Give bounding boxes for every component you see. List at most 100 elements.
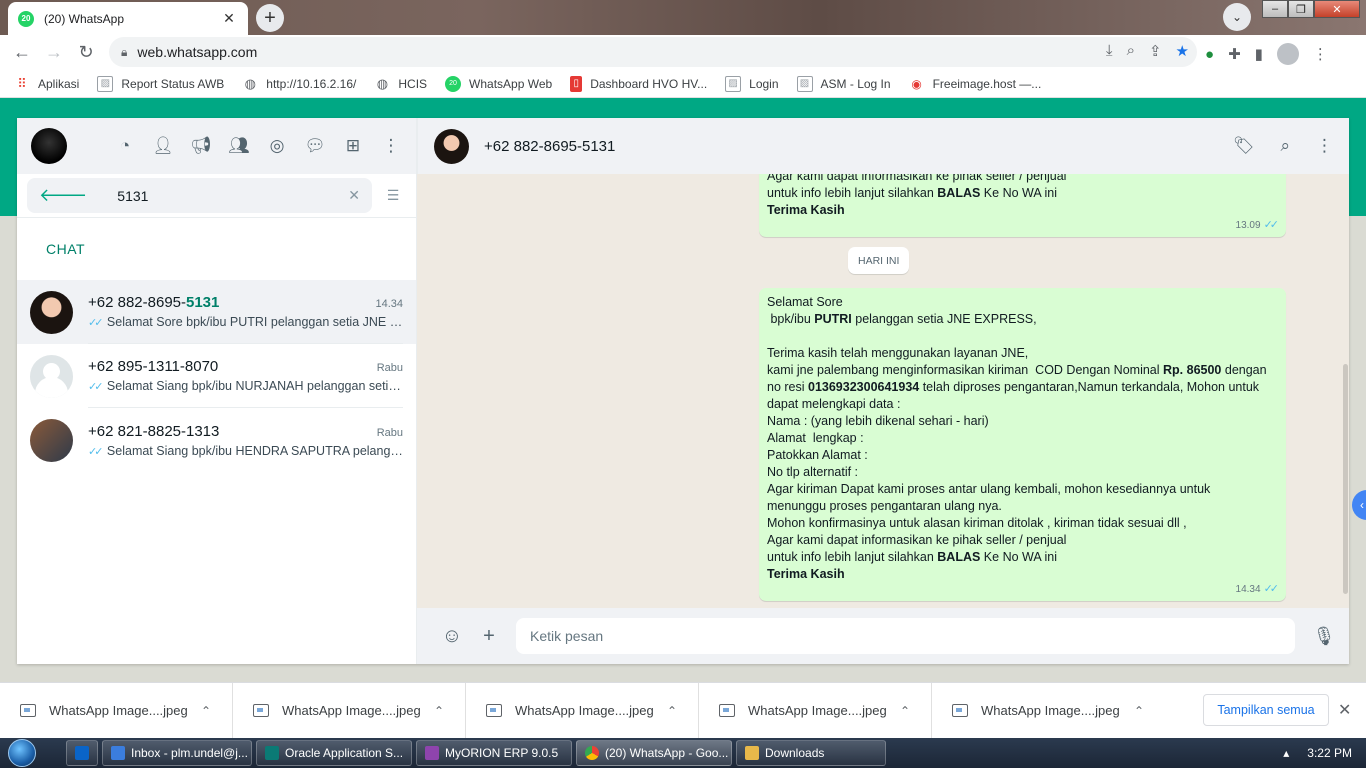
browser-menu-icon[interactable]: ⋮	[1313, 45, 1328, 63]
search-row: 🡐 ✕ ☰	[17, 174, 416, 218]
channels-icon[interactable]: ◎	[266, 136, 288, 156]
conversation-panel: +62 882-8695-5131 🏷︎ ⌕ ⋮ Agar kami dapat…	[417, 118, 1349, 664]
taskbar-item-downloads[interactable]: Downloads	[736, 740, 886, 766]
outgoing-message[interactable]: Agar kami dapat informasikan ke pihak se…	[759, 174, 1286, 237]
profile-avatar[interactable]	[1276, 43, 1299, 65]
new-contact-icon[interactable]: 👤︎	[152, 136, 174, 156]
side-panel-handle-icon[interactable]: ‹	[1352, 490, 1366, 520]
label-tag-icon[interactable]: 🏷︎	[1233, 136, 1255, 156]
whatsapp-favicon-icon: 20	[18, 10, 34, 27]
chat-name: +62 895-1311-8070	[88, 358, 219, 375]
broken-image-icon: ▨	[97, 75, 114, 92]
bookmarks-bar: ⠿ Aplikasi ▨ Report Status AWB ◍ http://…	[0, 70, 1366, 98]
add-box-icon[interactable]: ⊞	[342, 136, 364, 156]
browser-tab-whatsapp[interactable]: 20 (20) WhatsApp ✕	[8, 2, 248, 35]
message-scrollbar[interactable]	[1343, 174, 1349, 608]
chat-list-item[interactable]: +62 895-1311-8070 Rabu ✓✓ Selamat Siang …	[17, 344, 416, 408]
share-icon[interactable]: ⇪	[1149, 42, 1162, 60]
download-item[interactable]: WhatsApp Image....jpeg ⌃	[466, 682, 699, 739]
start-button[interactable]	[0, 738, 44, 768]
minimize-button[interactable]: –	[1262, 0, 1288, 18]
download-item[interactable]: WhatsApp Image....jpeg ⌃	[699, 682, 932, 739]
bookmark-login[interactable]: ▨ Login	[725, 75, 779, 92]
chat-list-item[interactable]: +62 821-8825-1313 Rabu ✓✓ Selamat Siang …	[17, 408, 416, 472]
windows-taskbar: Inbox - plm.undel@j... Oracle Applicatio…	[0, 738, 1366, 768]
search-back-arrow-icon[interactable]: 🡐	[39, 185, 87, 206]
image-file-icon	[486, 704, 502, 717]
taskbar-item-chrome[interactable]: (20) WhatsApp - Goo...	[576, 740, 732, 766]
message-line: Selamat Sore	[767, 295, 843, 309]
search-input[interactable]	[117, 187, 349, 204]
show-all-downloads-button[interactable]: Tampilkan semua	[1203, 694, 1329, 726]
bookmark-hcis[interactable]: ◍ HCIS	[374, 76, 427, 92]
download-item[interactable]: WhatsApp Image....jpeg ⌃	[0, 682, 233, 739]
clock[interactable]: 3:22 PM	[1307, 746, 1352, 760]
side-panel-icon[interactable]: ▮	[1255, 45, 1263, 63]
broadcast-icon[interactable]: 📢︎	[190, 136, 212, 156]
conversation-menu-icon[interactable]: ⋮	[1316, 136, 1333, 156]
new-tab-button[interactable]: +	[256, 4, 284, 32]
bookmark-report-status-awb[interactable]: ▨ Report Status AWB	[97, 75, 224, 92]
bookmark-asm-login[interactable]: ▨ ASM - Log In	[796, 75, 891, 92]
chevron-up-icon[interactable]: ⌃	[660, 704, 684, 718]
chat-list-item[interactable]: +62 882-8695-5131 14.34 ✓✓ Selamat Sore …	[17, 280, 416, 344]
taskbar-item-oracle[interactable]: Oracle Application S...	[256, 740, 412, 766]
message-input[interactable]	[516, 618, 1295, 654]
microphone-icon[interactable]: 🎙︎	[1311, 626, 1337, 647]
conversation-header[interactable]: +62 882-8695-5131 🏷︎ ⌕ ⋮	[417, 118, 1349, 174]
contact-name: +62 882-8695-5131	[484, 137, 616, 155]
zoom-icon[interactable]: ⌕	[1127, 42, 1135, 60]
new-chat-bubble-icon[interactable]: 💬︎	[304, 136, 326, 156]
message-line: Mohon konfirmasinya untuk alasan kiriman…	[767, 516, 1187, 530]
taskbar-item-myorion[interactable]: MyORION ERP 9.0.5	[416, 740, 572, 766]
sidebar-menu-icon[interactable]: ⋮	[380, 136, 402, 156]
tab-close-icon[interactable]: ✕	[220, 10, 238, 27]
message-text: Agar kami dapat informasikan ke pihak se…	[767, 174, 1277, 219]
communities-icon[interactable]: 👥︎	[228, 136, 250, 156]
lock-icon[interactable]: 🔒︎	[121, 45, 127, 60]
download-item[interactable]: WhatsApp Image....jpeg ⌃	[233, 682, 466, 739]
my-profile-avatar[interactable]	[31, 128, 67, 164]
close-downloads-icon[interactable]: ✕	[1338, 700, 1351, 720]
bookmark-star-icon[interactable]: ★	[1176, 42, 1189, 60]
double-check-icon: ✓✓	[1263, 583, 1280, 595]
bookmark-whatsapp-web[interactable]: 20 WhatsApp Web	[445, 75, 552, 92]
bookmark-ip[interactable]: ◍ http://10.16.2.16/	[242, 75, 357, 92]
chevron-up-icon[interactable]: ⌃	[427, 704, 451, 718]
emoji-icon[interactable]: ☺	[439, 625, 465, 648]
outgoing-message[interactable]: Selamat Sore bpk/ibu PUTRI pelanggan set…	[759, 288, 1286, 601]
search-messages-icon[interactable]: ⌕	[1280, 136, 1290, 156]
contact-avatar[interactable]	[434, 128, 469, 164]
filter-icon[interactable]: ☰	[380, 187, 406, 204]
message-line: Patokkan Alamat :	[767, 448, 868, 462]
tray-expand-icon[interactable]: ▴	[1283, 746, 1289, 760]
forward-icon[interactable]: →	[38, 37, 70, 69]
message-line: Terima kasih telah menggunakan layanan J…	[767, 346, 1029, 360]
chevron-up-icon[interactable]: ⌃	[194, 704, 218, 718]
maximize-button[interactable]: ❐	[1288, 0, 1314, 18]
clear-search-icon[interactable]: ✕	[348, 187, 360, 204]
message-line: Agar kami dapat informasikan ke pihak se…	[767, 533, 1067, 547]
whatsapp-extension-icon[interactable]: ●	[1205, 46, 1214, 63]
chevron-up-icon[interactable]: ⌃	[1127, 704, 1151, 718]
window-controls: – ❐ ✕	[1262, 0, 1360, 18]
bookmark-freeimage[interactable]: ◉ Freeimage.host —...	[909, 76, 1041, 92]
globe-icon: ◍	[244, 75, 256, 91]
window-close-button[interactable]: ✕	[1314, 0, 1360, 18]
outlook-icon[interactable]	[66, 740, 98, 766]
tab-search-chevron-icon[interactable]: ⌄	[1223, 3, 1251, 31]
attach-plus-icon[interactable]: +	[476, 625, 502, 648]
install-app-icon[interactable]: ⤓	[1106, 42, 1113, 60]
image-file-icon	[719, 704, 735, 717]
address-bar[interactable]: 🔒︎ web.whatsapp.com ⤓ ⌕ ⇪ ★	[109, 37, 1197, 67]
back-icon[interactable]: ←	[6, 37, 38, 69]
chevron-up-icon[interactable]: ⌃	[893, 704, 917, 718]
bookmark-apps[interactable]: ⠿ Aplikasi	[14, 76, 79, 92]
extensions-puzzle-icon[interactable]: ✚	[1228, 45, 1241, 63]
taskbar-item-outlook[interactable]: Inbox - plm.undel@j...	[102, 740, 252, 766]
download-item[interactable]: WhatsApp Image....jpeg ⌃	[932, 683, 1165, 739]
bookmark-dashboard-hvo[interactable]: ▯ Dashboard HVO HV...	[570, 75, 707, 92]
reload-icon[interactable]: ↻	[70, 37, 102, 69]
status-icon[interactable]: ◔	[114, 136, 136, 156]
image-file-icon	[20, 704, 36, 717]
